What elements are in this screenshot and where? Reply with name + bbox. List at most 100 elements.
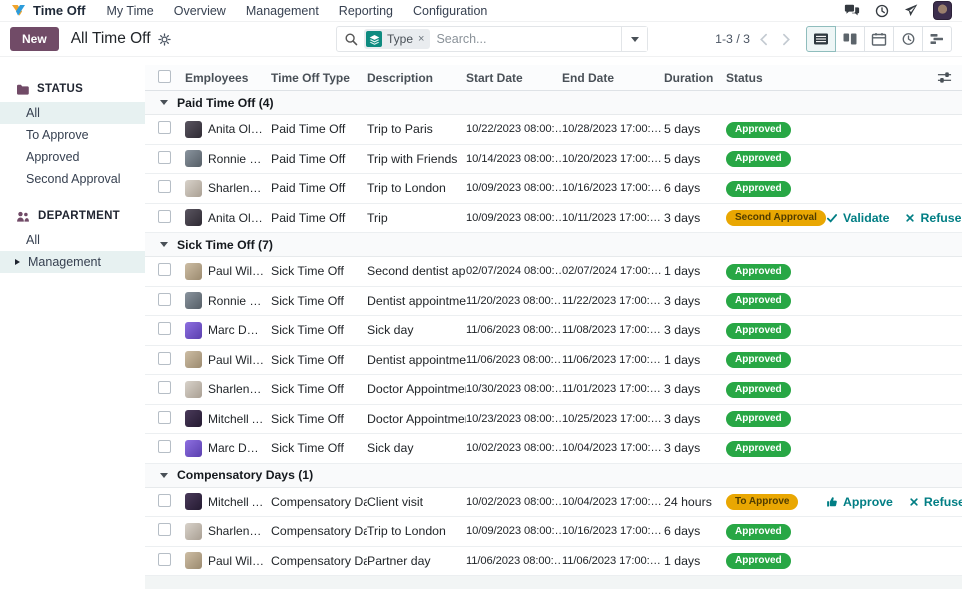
app-logo-icon bbox=[10, 3, 27, 19]
sidebar-item-management[interactable]: Management bbox=[0, 251, 145, 273]
table-row[interactable]: Sharlene Rhodes Compensatory Days Trip t… bbox=[145, 517, 962, 547]
col-duration[interactable]: Duration bbox=[664, 71, 726, 85]
table-row[interactable]: Anita Oliver Paid Time Off Trip 10/09/20… bbox=[145, 204, 962, 233]
calendar-view-icon[interactable] bbox=[864, 26, 894, 52]
systray bbox=[844, 1, 952, 20]
row-checkbox[interactable] bbox=[158, 322, 171, 336]
nav-item-configuration[interactable]: Configuration bbox=[404, 4, 496, 18]
activity-view-icon[interactable] bbox=[893, 26, 923, 52]
timeoff-type: Sick Time Off bbox=[271, 264, 344, 279]
col-end-date[interactable]: End Date bbox=[562, 71, 664, 85]
table-row[interactable]: Paul Williams Compensatory Days Partner … bbox=[145, 547, 962, 576]
description: Trip to London bbox=[367, 524, 446, 539]
group-label: Compensatory Days (1) bbox=[177, 468, 314, 482]
group-header[interactable]: Compensatory Days (1) bbox=[145, 463, 962, 488]
validate-button[interactable]: Validate bbox=[826, 211, 889, 225]
col-timeoff-type[interactable]: Time Off Type bbox=[271, 71, 367, 85]
refuse-button[interactable]: Refuse bbox=[909, 495, 962, 509]
duration: 6 days bbox=[664, 524, 701, 539]
row-checkbox[interactable] bbox=[158, 150, 171, 164]
table-row[interactable]: Mitchell Admin Sick Time Off Doctor Appo… bbox=[145, 405, 962, 434]
end-date: 11/06/2023 17:00:… bbox=[562, 554, 661, 567]
table-row[interactable]: Ronnie Hart Sick Time Off Dentist appoin… bbox=[145, 287, 962, 316]
group-header[interactable]: Sick Time Off (7) bbox=[145, 233, 962, 257]
status-badge: Approved bbox=[726, 151, 791, 168]
row-checkbox[interactable] bbox=[158, 523, 171, 537]
col-start-date[interactable]: Start Date bbox=[466, 71, 562, 85]
duration: 5 days bbox=[664, 151, 701, 166]
col-status[interactable]: Status bbox=[726, 71, 826, 85]
table-row[interactable]: Paul Williams Sick Time Off Second denti… bbox=[145, 257, 962, 287]
gear-icon[interactable] bbox=[157, 32, 171, 46]
table-row[interactable]: Marc Demo Sick Time Off Sick day 10/02/2… bbox=[145, 434, 962, 464]
group-header[interactable]: Paid Time Off (4) bbox=[145, 91, 962, 115]
timeoff-type: Paid Time Off bbox=[271, 151, 346, 166]
duration: 3 days bbox=[664, 293, 701, 308]
sidebar-item-department-all[interactable]: All bbox=[0, 229, 145, 251]
approve-button[interactable]: Approve bbox=[826, 495, 893, 509]
end-date: 11/01/2023 17:00:… bbox=[562, 383, 661, 396]
table-row[interactable]: Marc Demo Sick Time Off Sick day 11/06/2… bbox=[145, 316, 962, 346]
nav-item-reporting[interactable]: Reporting bbox=[330, 4, 402, 18]
search-input[interactable] bbox=[430, 32, 621, 46]
new-button[interactable]: New bbox=[10, 27, 59, 51]
sidebar-item-approved[interactable]: Approved bbox=[0, 146, 145, 168]
table-row[interactable]: Paul Williams Sick Time Off Dentist appo… bbox=[145, 346, 962, 375]
col-description[interactable]: Description bbox=[367, 71, 466, 85]
row-checkbox[interactable] bbox=[158, 381, 171, 395]
table-row[interactable]: Anita Oliver Paid Time Off Trip to Paris… bbox=[145, 115, 962, 145]
start-date: 10/09/2023 08:00:… bbox=[466, 211, 562, 224]
plane-icon[interactable] bbox=[904, 4, 918, 17]
row-checkbox[interactable] bbox=[158, 351, 171, 365]
user-avatar[interactable] bbox=[933, 1, 952, 20]
filters-sidebar: STATUS All To Approve Approved Second Ap… bbox=[0, 57, 145, 589]
facet-label: Type bbox=[387, 32, 414, 46]
messages-icon[interactable] bbox=[844, 4, 860, 17]
search-bar[interactable]: Type × bbox=[336, 26, 648, 52]
table-row[interactable]: Sharlene Rhodes Sick Time Off Doctor App… bbox=[145, 375, 962, 405]
row-checkbox[interactable] bbox=[158, 180, 171, 194]
nav-item-my-time[interactable]: My Time bbox=[98, 4, 163, 18]
row-checkbox[interactable] bbox=[158, 292, 171, 306]
activities-clock-icon[interactable] bbox=[875, 4, 889, 18]
table-row[interactable]: Sharlene Rhodes Paid Time Off Trip to Lo… bbox=[145, 174, 962, 204]
row-checkbox[interactable] bbox=[158, 552, 171, 566]
row-checkbox[interactable] bbox=[158, 493, 171, 507]
duration: 3 days bbox=[664, 411, 701, 426]
sidebar-item-status-all[interactable]: All bbox=[0, 102, 145, 124]
nav-item-management[interactable]: Management bbox=[237, 4, 328, 18]
refuse-button[interactable]: Refuse bbox=[905, 211, 962, 225]
start-date: 10/02/2023 08:00:… bbox=[466, 442, 562, 455]
nav-item-overview[interactable]: Overview bbox=[165, 4, 235, 18]
gantt-view-icon[interactable] bbox=[922, 26, 952, 52]
table-row[interactable]: Ronnie Hart Paid Time Off Trip with Frie… bbox=[145, 145, 962, 174]
sidebar-item-to-approve[interactable]: To Approve bbox=[0, 124, 145, 146]
row-checkbox[interactable] bbox=[158, 410, 171, 424]
table-row[interactable]: Mitchell Admin Compensatory Days Client … bbox=[145, 488, 962, 517]
select-all-checkbox[interactable] bbox=[158, 69, 171, 83]
list-view-icon[interactable] bbox=[806, 26, 836, 52]
row-checkbox[interactable] bbox=[158, 209, 171, 223]
optional-columns-icon[interactable] bbox=[937, 70, 962, 85]
search-facet-type[interactable]: Type × bbox=[364, 29, 431, 49]
search-dropdown-toggle[interactable] bbox=[621, 27, 647, 51]
avatar bbox=[185, 493, 202, 511]
description: Trip to Paris bbox=[367, 122, 433, 137]
group-collapse-caret bbox=[160, 242, 168, 247]
facet-remove-icon[interactable]: × bbox=[418, 33, 424, 45]
app-switcher[interactable]: Time Off bbox=[10, 3, 96, 19]
row-checkbox[interactable] bbox=[158, 121, 171, 135]
col-employees[interactable]: Employees bbox=[185, 71, 271, 85]
pager-prev-button[interactable] bbox=[758, 33, 771, 46]
duration: 1 days bbox=[664, 553, 701, 568]
sidebar-item-second-approval[interactable]: Second Approval bbox=[0, 168, 145, 190]
employee-name: Paul Williams bbox=[208, 264, 265, 279]
row-checkbox[interactable] bbox=[158, 263, 171, 277]
pager-next-button[interactable] bbox=[779, 33, 792, 46]
timeoff-type: Sick Time Off bbox=[271, 352, 344, 367]
view-switcher bbox=[806, 26, 952, 52]
row-checkbox[interactable] bbox=[158, 440, 171, 454]
timeoff-type: Paid Time Off bbox=[271, 210, 346, 225]
kanban-view-icon[interactable] bbox=[835, 26, 865, 52]
avatar bbox=[185, 439, 202, 457]
